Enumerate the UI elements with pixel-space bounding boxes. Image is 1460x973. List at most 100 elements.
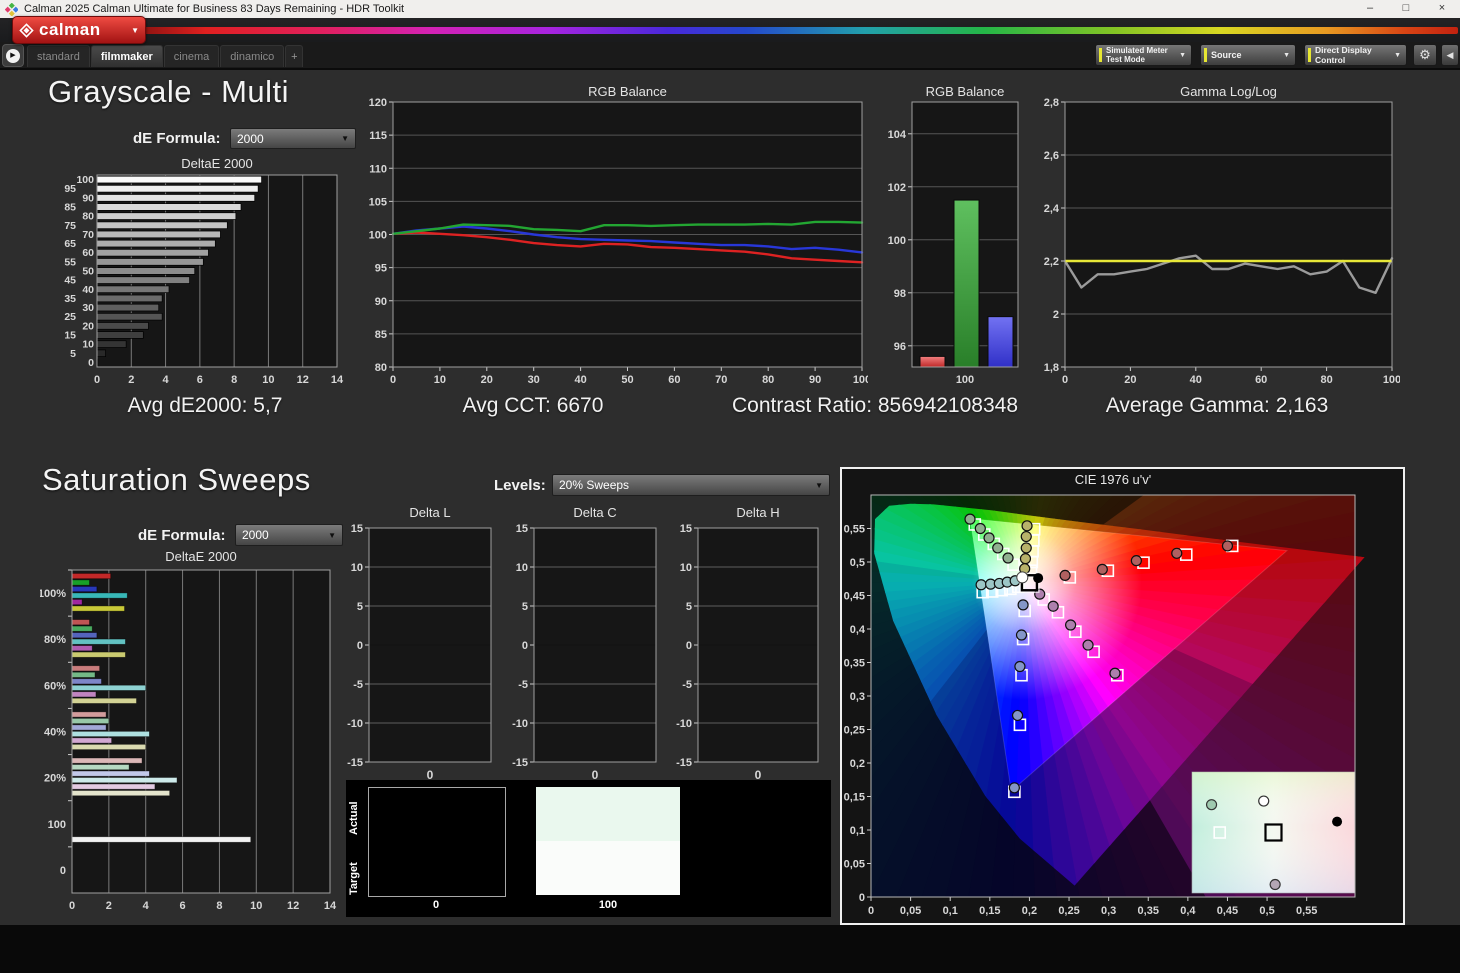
svg-text:0: 0 xyxy=(1062,374,1068,386)
cie-1976-chart: 00,050,10,150,20,250,30,350,40,450,50,55… xyxy=(842,469,1403,923)
svg-text:30: 30 xyxy=(528,374,540,386)
delta-l-chart: Delta L-15-10-50510150 xyxy=(343,503,495,783)
svg-text:100: 100 xyxy=(76,174,94,186)
saturation-deltae-chart: DeltaE 200002468101214100%80%60%40%20%10… xyxy=(40,548,340,914)
levels-dropdown[interactable]: 20% Sweeps ▼ xyxy=(552,474,830,496)
restore-button[interactable]: □ xyxy=(1392,0,1420,18)
svg-text:105: 105 xyxy=(369,196,387,208)
svg-text:60: 60 xyxy=(1255,374,1267,386)
svg-text:0,1: 0,1 xyxy=(850,825,865,837)
calman-logo-button[interactable]: calman ▼ xyxy=(12,16,146,44)
svg-text:0,4: 0,4 xyxy=(1180,905,1196,917)
svg-text:0,55: 0,55 xyxy=(1296,905,1317,917)
collapse-panel-button[interactable]: ◀ xyxy=(1441,44,1459,66)
svg-text:40: 40 xyxy=(574,374,586,386)
svg-text:1,8: 1,8 xyxy=(1044,362,1059,374)
actual-row-label: Actual xyxy=(348,788,360,848)
rgb-balance-line-chart: RGB Balance80859095100105110115120010203… xyxy=(368,84,868,386)
svg-text:0: 0 xyxy=(94,374,100,386)
svg-text:-15: -15 xyxy=(512,757,528,769)
svg-text:-15: -15 xyxy=(347,757,363,769)
svg-text:40%: 40% xyxy=(44,727,66,739)
svg-text:2,4: 2,4 xyxy=(1044,203,1060,215)
svg-text:15: 15 xyxy=(64,330,76,342)
svg-text:2: 2 xyxy=(106,900,112,912)
svg-text:80%: 80% xyxy=(44,634,66,646)
svg-text:-5: -5 xyxy=(518,679,528,691)
svg-text:CIE 1976 u'v': CIE 1976 u'v' xyxy=(1075,472,1152,487)
svg-text:0,35: 0,35 xyxy=(1138,905,1159,917)
svg-text:0,3: 0,3 xyxy=(850,691,865,703)
svg-text:8: 8 xyxy=(216,900,222,912)
svg-text:90: 90 xyxy=(82,192,94,204)
saturation-section-title: Saturation Sweeps xyxy=(42,462,311,498)
svg-text:10: 10 xyxy=(351,562,363,574)
tab-cinema[interactable]: cinema xyxy=(164,45,219,67)
tab-standard[interactable]: standard xyxy=(27,45,90,67)
svg-text:15: 15 xyxy=(351,523,363,535)
svg-text:0,25: 0,25 xyxy=(1058,905,1079,917)
svg-text:4: 4 xyxy=(163,374,170,386)
svg-text:2,8: 2,8 xyxy=(1044,97,1059,109)
chevron-down-icon: ▼ xyxy=(131,26,139,35)
sat-de-formula-dropdown[interactable]: 2000 ▼ xyxy=(235,524,343,546)
svg-text:10: 10 xyxy=(516,562,528,574)
svg-text:0: 0 xyxy=(390,374,396,386)
svg-text:-5: -5 xyxy=(353,679,363,691)
chevron-down-icon: ▼ xyxy=(1283,52,1290,59)
source-button-label: Source xyxy=(1211,50,1242,60)
stat-contrast-ratio: Contrast Ratio: 856942108348 xyxy=(675,394,1075,418)
chevron-down-icon: ▼ xyxy=(341,134,349,143)
svg-text:20%: 20% xyxy=(44,773,66,785)
svg-text:5: 5 xyxy=(522,601,528,613)
svg-text:35: 35 xyxy=(64,293,76,305)
svg-text:10: 10 xyxy=(680,562,692,574)
svg-text:120: 120 xyxy=(369,97,387,109)
svg-text:5: 5 xyxy=(70,348,76,360)
svg-text:RGB Balance: RGB Balance xyxy=(588,84,667,99)
chevron-down-icon: ▼ xyxy=(1394,52,1401,59)
title-bar: Calman 2025 Calman Ultimate for Business… xyxy=(0,0,1460,18)
svg-text:65: 65 xyxy=(64,238,76,250)
delta-c-chart: Delta C-15-10-50510150 xyxy=(508,503,660,783)
app-icon xyxy=(5,3,18,16)
direct-display-control-button[interactable]: Direct Display Control ▼ xyxy=(1304,44,1407,66)
svg-text:102: 102 xyxy=(888,182,906,194)
gamma-chart: Gamma Log/Log1,822,22,42,62,802040608010… xyxy=(1040,84,1400,386)
minimize-button[interactable]: – xyxy=(1356,0,1384,18)
svg-text:60: 60 xyxy=(668,374,680,386)
svg-text:96: 96 xyxy=(894,341,906,353)
source-button[interactable]: Source ▼ xyxy=(1200,44,1296,66)
tab-filmmaker[interactable]: filmmaker xyxy=(91,45,163,67)
close-button[interactable]: × xyxy=(1428,0,1456,18)
patch-100 xyxy=(536,787,680,895)
tab-dinamico[interactable]: dinamico xyxy=(220,45,284,67)
settings-button[interactable]: ⚙ xyxy=(1413,44,1437,66)
svg-text:95: 95 xyxy=(375,263,387,275)
svg-text:Gamma Log/Log: Gamma Log/Log xyxy=(1180,84,1277,99)
svg-text:60%: 60% xyxy=(44,680,66,692)
simulated-meter-button[interactable]: Simulated Meter Test Mode ▼ xyxy=(1095,44,1192,66)
tab-nav-button[interactable]: ▶ xyxy=(2,44,24,67)
svg-text:12: 12 xyxy=(297,374,309,386)
svg-text:80: 80 xyxy=(82,211,94,223)
svg-text:Delta C: Delta C xyxy=(573,505,616,520)
gs-de-formula-dropdown[interactable]: 2000 ▼ xyxy=(230,128,356,149)
svg-text:0,3: 0,3 xyxy=(1101,905,1116,917)
levels-label: Levels: xyxy=(494,477,546,494)
svg-text:0,1: 0,1 xyxy=(943,905,958,917)
svg-text:4: 4 xyxy=(143,900,150,912)
meter-button-line2: Test Mode xyxy=(1106,55,1168,64)
svg-text:8: 8 xyxy=(231,374,237,386)
svg-text:Delta H: Delta H xyxy=(736,505,779,520)
svg-text:0,5: 0,5 xyxy=(850,557,865,569)
svg-text:95: 95 xyxy=(64,183,76,195)
delta-h-chart: Delta H-15-10-50510150 xyxy=(672,503,822,783)
svg-text:40: 40 xyxy=(82,284,94,296)
add-tab-button[interactable]: + xyxy=(285,45,303,67)
chevron-down-icon: ▼ xyxy=(815,481,823,490)
svg-text:0: 0 xyxy=(88,357,94,369)
svg-text:104: 104 xyxy=(888,129,907,141)
svg-text:-10: -10 xyxy=(347,718,363,730)
chevron-down-icon: ▼ xyxy=(328,531,336,540)
